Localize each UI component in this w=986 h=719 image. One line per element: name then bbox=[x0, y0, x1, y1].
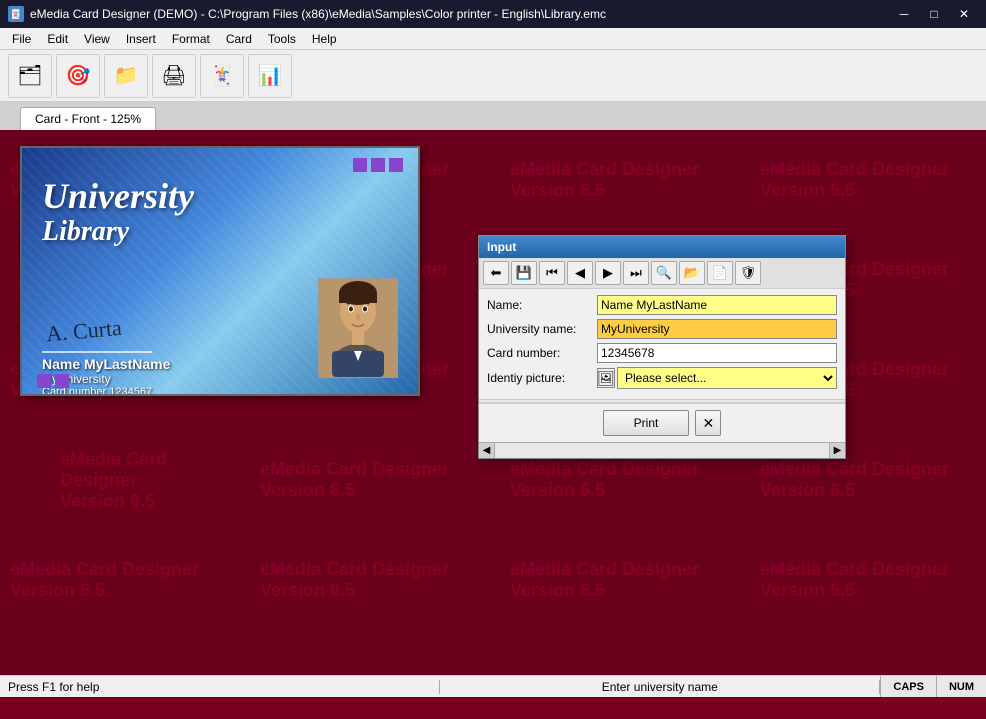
card-title-line1: University bbox=[42, 178, 194, 214]
open-icon: 🗂 bbox=[17, 66, 42, 86]
scroll-right-btn[interactable]: ▶ bbox=[829, 443, 845, 458]
dialog-cancel-button[interactable]: ✕ bbox=[695, 410, 721, 436]
scroll-left-btn[interactable]: ◀ bbox=[479, 443, 495, 458]
print-button[interactable]: Print bbox=[603, 410, 690, 436]
folder-icon: 📁 bbox=[114, 66, 139, 86]
menu-view[interactable]: View bbox=[76, 28, 118, 49]
menu-insert[interactable]: Insert bbox=[118, 28, 164, 49]
scroll-track bbox=[495, 443, 829, 458]
dialog-title-bar: Input bbox=[479, 236, 845, 258]
name-input[interactable] bbox=[597, 295, 837, 315]
menu-card[interactable]: Card bbox=[218, 28, 260, 49]
status-help: Press F1 for help bbox=[0, 680, 439, 694]
status-hint: Enter university name bbox=[439, 680, 880, 694]
caps-indicator: CAPS bbox=[880, 676, 936, 697]
status-indicators: CAPS NUM bbox=[880, 676, 986, 697]
watermark-cell: eMedia Card DesignerVersion 6.5 bbox=[500, 130, 750, 230]
watermark-cell: eMedia Card DesignerVersion 6.5 bbox=[750, 530, 986, 630]
minimize-button[interactable]: ─ bbox=[890, 4, 918, 24]
dialog-btn-search[interactable]: 🔍 bbox=[651, 261, 677, 285]
dialog-btn-open[interactable]: 📂 bbox=[679, 261, 705, 285]
deco-square-2 bbox=[371, 158, 385, 172]
card-subtitle-text: Library bbox=[42, 216, 129, 247]
name-label: Name: bbox=[487, 298, 597, 312]
form-row-picture: Identiy picture: 🖼 Please select... bbox=[487, 367, 837, 389]
print-icon: 🖨 bbox=[161, 66, 186, 86]
card-name: Name MyLastName bbox=[42, 356, 170, 372]
card-signature-text: A. Curta bbox=[41, 308, 154, 351]
toolbar: 🗂 🎯 📁 🖨 🃏 📊 bbox=[0, 50, 986, 102]
dialog-btn-last[interactable]: ⏭ bbox=[623, 261, 649, 285]
watermark-cell: eMedia Card DesignerVersion 6.5 bbox=[250, 430, 500, 530]
dialog-form: Name: University name: Card number: Iden… bbox=[479, 289, 845, 399]
menu-help[interactable]: Help bbox=[304, 28, 345, 49]
card-decoration-bottom bbox=[37, 374, 69, 388]
deco-bottom-sq-2 bbox=[55, 374, 69, 388]
dialog-btn-new[interactable]: 📄 bbox=[707, 261, 733, 285]
dialog-btn-prev[interactable]: ◀ bbox=[567, 261, 593, 285]
dialog-btn-first[interactable]: ⏮ bbox=[539, 261, 565, 285]
dialog-footer: Print ✕ bbox=[479, 403, 845, 442]
picture-icon: 🖼 bbox=[597, 368, 615, 388]
close-button[interactable]: ✕ bbox=[950, 4, 978, 24]
menu-tools[interactable]: Tools bbox=[260, 28, 304, 49]
form-row-cardnumber: Card number: bbox=[487, 343, 837, 363]
card-tab[interactable]: Card - Front - 125% bbox=[20, 107, 156, 130]
toolbar-card-button[interactable]: 🃏 bbox=[200, 54, 244, 98]
menu-bar: File Edit View Insert Format Card Tools … bbox=[0, 28, 986, 50]
toolbar-folder-button[interactable]: 📁 bbox=[104, 54, 148, 98]
main-area: eMedia Card DesignerVersion 6.5 eMedia C… bbox=[0, 130, 986, 697]
card-icon: 🃏 bbox=[210, 66, 235, 86]
card-photo bbox=[318, 278, 398, 378]
dialog-hscrollbar: ◀ ▶ bbox=[479, 442, 845, 458]
app-icon: 🃏 bbox=[8, 6, 24, 22]
university-input[interactable] bbox=[597, 319, 837, 339]
dialog-btn-save[interactable]: 💾 bbox=[511, 261, 537, 285]
toolbar-target-button[interactable]: 🎯 bbox=[56, 54, 100, 98]
dialog-btn-next[interactable]: ▶ bbox=[595, 261, 621, 285]
picture-label: Identiy picture: bbox=[487, 371, 597, 385]
num-indicator: NUM bbox=[936, 676, 986, 697]
form-row-university: University name: bbox=[487, 319, 837, 339]
menu-edit[interactable]: Edit bbox=[39, 28, 76, 49]
target-icon: 🎯 bbox=[66, 66, 91, 86]
watermark-cell: eMedia Card DesignerVersion 6.5 bbox=[0, 530, 250, 630]
card-title: University bbox=[42, 178, 194, 214]
watermark-cell: eMedia Card DesignerVersion 6.5 bbox=[500, 530, 750, 630]
dialog-btn-back[interactable]: ⬅ bbox=[483, 261, 509, 285]
window-controls: ─ □ ✕ bbox=[890, 4, 978, 24]
card-signature-area: A. Curta bbox=[42, 313, 152, 353]
dialog-toolbar: ⬅ 💾 ⏮ ◀ ▶ ⏭ 🔍 📂 📄 🛡 bbox=[479, 258, 845, 289]
input-dialog: Input ⬅ 💾 ⏮ ◀ ▶ ⏭ 🔍 📂 📄 🛡 Name: Universi… bbox=[478, 235, 846, 459]
watermark-cell: eMedia Card DesignerVersion 6.5 bbox=[0, 430, 250, 530]
status-bar: Press F1 for help Enter university name … bbox=[0, 675, 986, 697]
card-decoration-top bbox=[353, 158, 403, 172]
form-row-name: Name: bbox=[487, 295, 837, 315]
university-label: University name: bbox=[487, 322, 597, 336]
dialog-btn-shield[interactable]: 🛡 bbox=[735, 261, 761, 285]
deco-bottom-sq-1 bbox=[37, 374, 51, 388]
toolbar-open-button[interactable]: 🗂 bbox=[8, 54, 52, 98]
watermark-cell: eMedia Card DesignerVersion 6.5 bbox=[250, 530, 500, 630]
maximize-button[interactable]: □ bbox=[920, 4, 948, 24]
window-title: eMedia Card Designer (DEMO) - C:\Program… bbox=[30, 7, 606, 21]
toolbar-print-button[interactable]: 🖨 bbox=[152, 54, 196, 98]
cardnumber-label: Card number: bbox=[487, 346, 597, 360]
barcode-icon: 📊 bbox=[258, 66, 283, 86]
tab-bar: Card - Front - 125% bbox=[0, 102, 986, 130]
title-bar: 🃏 eMedia Card Designer (DEMO) - C:\Progr… bbox=[0, 0, 986, 28]
person-svg bbox=[319, 279, 397, 377]
toolbar-barcode-button[interactable]: 📊 bbox=[248, 54, 292, 98]
menu-format[interactable]: Format bbox=[164, 28, 218, 49]
deco-square-3 bbox=[389, 158, 403, 172]
dialog-title-text: Input bbox=[487, 240, 516, 254]
card-subtitle: Library bbox=[42, 216, 129, 248]
watermark-cell: eMedia Card DesignerVersion 6.5 bbox=[750, 130, 986, 230]
menu-file[interactable]: File bbox=[4, 28, 39, 49]
cardnumber-input[interactable] bbox=[597, 343, 837, 363]
card-canvas[interactable]: University Library bbox=[20, 146, 420, 396]
deco-square-1 bbox=[353, 158, 367, 172]
picture-select[interactable]: Please select... bbox=[617, 367, 837, 389]
